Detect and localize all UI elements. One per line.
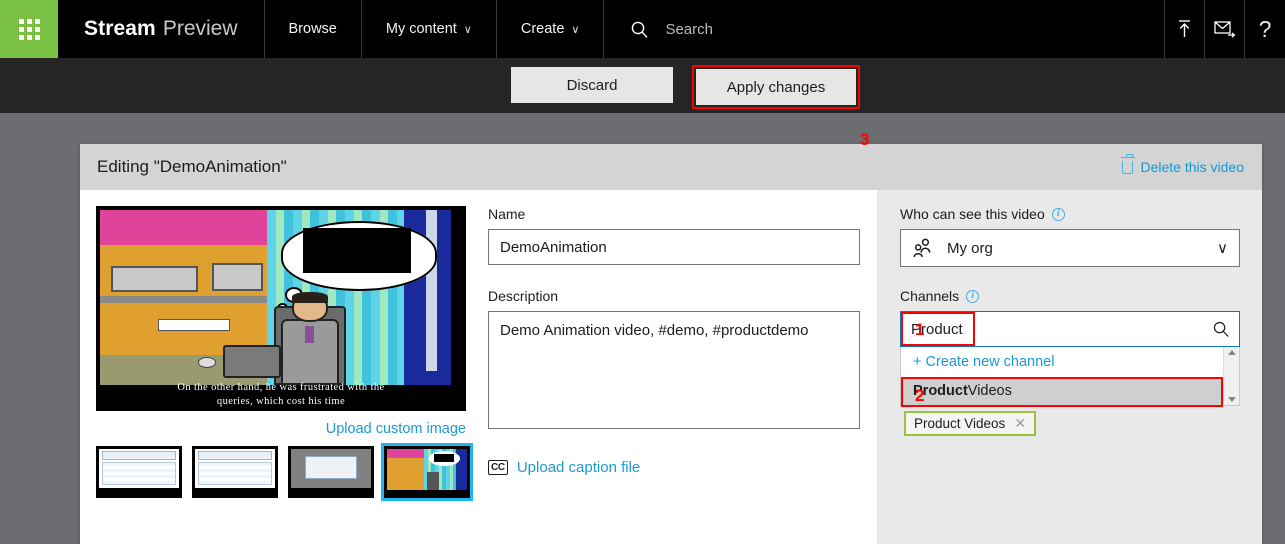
- info-icon[interactable]: i: [1052, 208, 1065, 221]
- details-column: Name Description CC Upload caption file: [470, 190, 877, 544]
- channels-label: Channels: [900, 288, 959, 304]
- channels-search-input[interactable]: [901, 313, 1212, 345]
- brand-logo[interactable]: Stream Preview: [58, 0, 265, 58]
- name-input[interactable]: [488, 229, 860, 265]
- permissions-column: Who can see this video i My org ∨ Channe…: [877, 190, 1262, 544]
- scroll-up-arrow-icon[interactable]: [1228, 350, 1236, 355]
- command-bar: Discard Apply changes 3: [0, 58, 1285, 113]
- thumbnail-option-3[interactable]: [288, 446, 374, 498]
- name-label: Name: [488, 206, 877, 222]
- thumbnail-strip: [96, 446, 470, 498]
- search-placeholder-label: Search: [665, 21, 713, 38]
- annotation-number-3: 3: [860, 130, 869, 150]
- video-scene: [100, 210, 462, 385]
- channel-option-rest-text: Videos: [968, 383, 1012, 399]
- closed-caption-icon: CC: [488, 460, 508, 475]
- feedback-mail-icon: [1214, 20, 1236, 38]
- chevron-down-icon: ∨: [571, 23, 579, 36]
- channels-label-row: Channels i: [900, 288, 1240, 304]
- upload-caption-file-label: Upload caption file: [517, 459, 640, 476]
- create-new-channel-option[interactable]: + Create new channel: [901, 347, 1223, 377]
- channels-dropdown: + Create new channel Product Videos: [900, 347, 1240, 406]
- nav-browse[interactable]: Browse: [265, 0, 362, 58]
- annotation-number-2: 2: [915, 386, 924, 406]
- search-input[interactable]: Search: [604, 0, 1165, 58]
- video-thumbnail-preview[interactable]: On the other hand, he was frustrated wit…: [96, 206, 466, 411]
- apply-changes-button[interactable]: Apply changes: [696, 69, 856, 105]
- nav-create-label: Create: [521, 21, 565, 37]
- search-icon[interactable]: [1212, 320, 1230, 338]
- info-icon[interactable]: i: [966, 290, 979, 303]
- channels-search-wrapper: + Create new channel Product Videos: [900, 311, 1240, 436]
- brand-secondary: Preview: [163, 17, 238, 41]
- description-input[interactable]: [488, 311, 860, 429]
- help-icon: ?: [1259, 16, 1272, 43]
- feedback-button[interactable]: [1205, 0, 1245, 58]
- video-caption-overlay: On the other hand, he was frustrated wit…: [96, 381, 466, 409]
- video-caption-line-1: On the other hand, he was frustrated wit…: [142, 381, 420, 395]
- selected-channels-row: Product Videos ✕: [900, 406, 1240, 436]
- channels-search-box[interactable]: [900, 311, 1240, 347]
- upload-caption-file-button[interactable]: CC Upload caption file: [488, 459, 877, 476]
- video-preview-column: On the other hand, he was frustrated wit…: [80, 190, 470, 544]
- upload-icon: [1176, 19, 1193, 39]
- trash-icon: [1122, 161, 1133, 174]
- chip-remove-icon[interactable]: ✕: [1014, 415, 1026, 432]
- nav-my-content-label: My content: [386, 21, 457, 37]
- page-title: Editing "DemoAnimation": [97, 157, 287, 177]
- edit-video-card: Editing "DemoAnimation" Delete this vide…: [80, 144, 1262, 544]
- brand-primary: Stream: [84, 17, 156, 41]
- discard-button[interactable]: Discard: [511, 67, 673, 103]
- delete-this-video-button[interactable]: Delete this video: [1122, 159, 1244, 175]
- visibility-dropdown[interactable]: My org ∨: [900, 229, 1240, 267]
- app-launcher-icon[interactable]: [0, 0, 58, 58]
- search-icon: [630, 20, 649, 39]
- channel-option-product-videos[interactable]: Product Videos: [901, 377, 1223, 405]
- visibility-label: Who can see this video: [900, 206, 1045, 222]
- visibility-label-row: Who can see this video i: [900, 206, 1240, 222]
- upload-custom-image-button[interactable]: Upload custom image: [96, 421, 466, 437]
- nav-my-content[interactable]: My content ∨: [362, 0, 497, 58]
- chevron-down-icon: ∨: [1217, 239, 1228, 257]
- card-body: On the other hand, he was frustrated wit…: [80, 190, 1262, 544]
- chevron-down-icon: ∨: [464, 23, 472, 36]
- channels-dropdown-list: + Create new channel Product Videos: [901, 347, 1223, 405]
- thumbnail-option-2[interactable]: [192, 446, 278, 498]
- selected-channel-label: Product Videos: [914, 416, 1005, 431]
- apply-changes-annotation-box: Apply changes: [692, 65, 860, 109]
- nav-create[interactable]: Create ∨: [497, 0, 605, 58]
- description-label: Description: [488, 288, 877, 304]
- card-header: Editing "DemoAnimation" Delete this vide…: [80, 144, 1262, 190]
- people-icon: [912, 238, 934, 258]
- dropdown-scrollbar[interactable]: [1223, 347, 1239, 405]
- thumbnail-option-4[interactable]: [384, 446, 470, 498]
- delete-this-video-label: Delete this video: [1140, 159, 1244, 175]
- waffle-grid: [19, 19, 40, 40]
- thumbnail-option-1[interactable]: [96, 446, 182, 498]
- annotation-number-1: 1: [915, 320, 924, 340]
- scroll-down-arrow-icon[interactable]: [1228, 397, 1236, 402]
- upload-button[interactable]: [1165, 0, 1205, 58]
- nav-browse-label: Browse: [289, 21, 337, 37]
- video-caption-line-2: queries, which cost his time: [142, 395, 420, 409]
- visibility-value: My org: [947, 240, 993, 257]
- help-button[interactable]: ?: [1245, 0, 1285, 58]
- suite-bar: Stream Preview Browse My content ∨ Creat…: [0, 0, 1285, 58]
- selected-channel-chip[interactable]: Product Videos ✕: [904, 411, 1036, 436]
